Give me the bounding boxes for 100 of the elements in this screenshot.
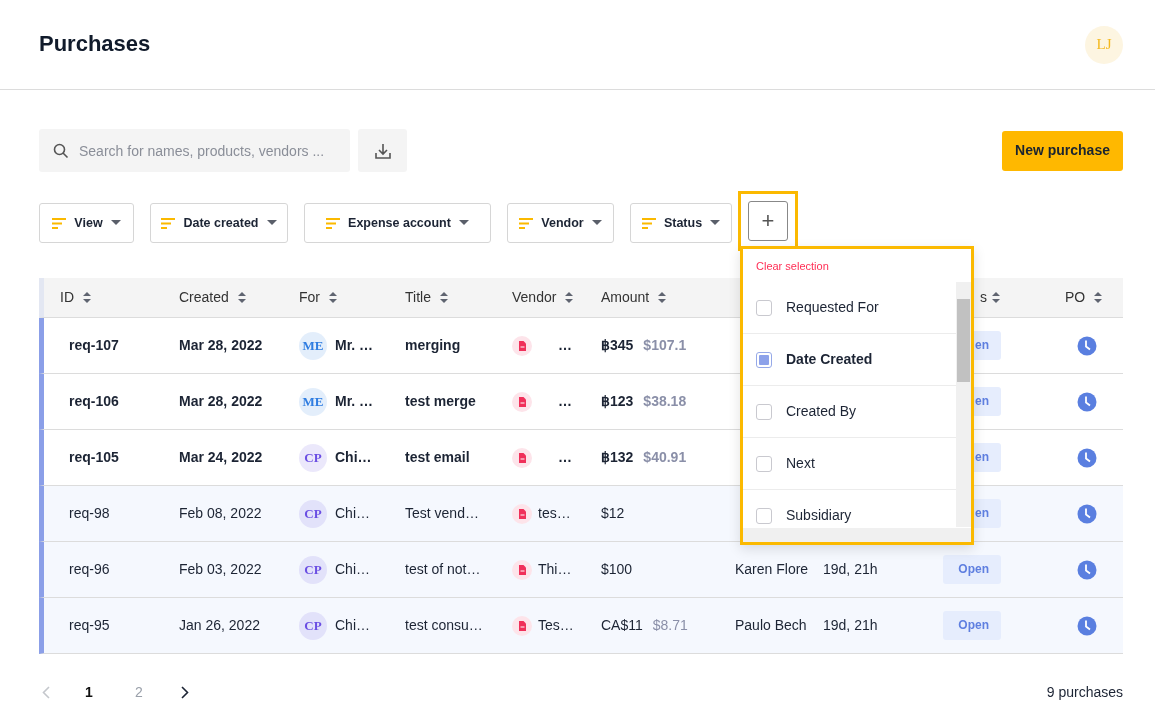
filter-button[interactable]: Status bbox=[630, 203, 732, 243]
page-title: Purchases bbox=[39, 31, 151, 58]
column-header[interactable]: ID bbox=[60, 287, 74, 308]
document-icon bbox=[512, 503, 532, 524]
column-header[interactable]: Vendor bbox=[512, 287, 557, 308]
vendor-name: … bbox=[558, 448, 572, 467]
filter-button[interactable]: View bbox=[39, 203, 134, 243]
user-avatar: CP bbox=[299, 443, 327, 472]
amount: CA$11 bbox=[601, 617, 643, 633]
sort-icon[interactable] bbox=[438, 291, 449, 304]
clear-selection-link[interactable]: Clear selection bbox=[743, 249, 971, 282]
sort-icon[interactable] bbox=[991, 291, 1001, 304]
user-avatar: CP bbox=[299, 611, 327, 640]
caret-icon bbox=[458, 220, 469, 226]
column-header[interactable]: Created bbox=[179, 287, 229, 308]
user-avatar: CP bbox=[299, 555, 327, 584]
created-date: Mar 28, 2022 bbox=[179, 337, 263, 353]
checkbox[interactable] bbox=[756, 403, 772, 420]
purchase-title: test of not… bbox=[405, 561, 481, 577]
request-id: req-95 bbox=[69, 617, 110, 633]
caret-icon bbox=[710, 220, 721, 226]
sort-icon[interactable] bbox=[82, 291, 92, 304]
amount: ฿123 bbox=[601, 393, 634, 409]
sort-icon[interactable] bbox=[1093, 291, 1104, 304]
filter-icon bbox=[519, 217, 534, 229]
checkbox[interactable] bbox=[756, 507, 772, 524]
column-header[interactable]: Title bbox=[405, 287, 431, 308]
sort-icon[interactable] bbox=[657, 291, 668, 304]
clock-icon[interactable] bbox=[1077, 560, 1097, 581]
clock-icon[interactable] bbox=[1077, 392, 1097, 413]
document-icon bbox=[512, 335, 532, 356]
document-icon bbox=[512, 391, 532, 412]
filter-icon bbox=[326, 217, 341, 229]
created-date: Mar 24, 2022 bbox=[179, 449, 263, 465]
filter-icon bbox=[161, 217, 176, 229]
duration: 19d, 21h bbox=[823, 617, 878, 633]
purchase-title: test consu… bbox=[405, 617, 483, 633]
chevron-left-icon bbox=[42, 685, 50, 699]
column-header[interactable]: s bbox=[980, 287, 987, 308]
vendor-name: … bbox=[558, 392, 572, 411]
new-purchase-button[interactable]: New purchase bbox=[1002, 130, 1123, 171]
clock-icon[interactable] bbox=[1077, 504, 1097, 525]
purchase-title: test email bbox=[405, 449, 470, 465]
user-avatar: ME bbox=[299, 387, 327, 416]
converted-amount: $40.91 bbox=[643, 449, 687, 465]
status-badge: Open bbox=[943, 555, 1001, 584]
sort-icon[interactable] bbox=[236, 291, 247, 304]
amount: $100 bbox=[601, 561, 633, 577]
chevron-right-icon bbox=[181, 685, 189, 699]
caret-icon bbox=[266, 220, 277, 226]
clock-icon[interactable] bbox=[1077, 336, 1097, 357]
filter-button[interactable]: Date created bbox=[150, 203, 288, 243]
filter-button[interactable]: Vendor bbox=[507, 203, 614, 243]
requester-name: Chi… bbox=[335, 560, 370, 579]
next-page-button[interactable] bbox=[181, 685, 189, 699]
clock-icon[interactable] bbox=[1077, 616, 1097, 637]
table-cell: Paulo Bech bbox=[735, 617, 807, 633]
requester-name: Chi… bbox=[335, 504, 370, 523]
status-badge: Open bbox=[943, 611, 1001, 640]
search-icon bbox=[53, 143, 69, 159]
checkbox[interactable] bbox=[756, 299, 772, 316]
request-id: req-106 bbox=[69, 393, 119, 409]
filter-icon bbox=[52, 217, 67, 229]
purchase-title: Test vend… bbox=[405, 505, 479, 521]
created-date: Mar 28, 2022 bbox=[179, 393, 263, 409]
search-field[interactable]: Search for names, products, vendors ... bbox=[39, 129, 350, 172]
clock-icon[interactable] bbox=[1077, 448, 1097, 469]
requester-name: Chi… bbox=[335, 448, 372, 467]
table-cell: Karen Flore bbox=[735, 561, 809, 577]
document-icon bbox=[512, 615, 532, 636]
vendor-name: Thi… bbox=[538, 560, 572, 579]
converted-amount: $8.71 bbox=[652, 617, 688, 633]
checkbox[interactable] bbox=[756, 455, 772, 472]
filter-button[interactable]: Expense account bbox=[304, 203, 491, 243]
caret-icon bbox=[110, 220, 121, 226]
sort-icon[interactable] bbox=[564, 291, 575, 304]
created-date: Jan 26, 2022 bbox=[179, 617, 260, 633]
request-id: req-96 bbox=[69, 561, 110, 577]
converted-amount: $107.1 bbox=[643, 337, 687, 353]
download-button[interactable] bbox=[358, 129, 407, 172]
vendor-name: Tes… bbox=[538, 616, 574, 635]
add-filter-button[interactable]: + bbox=[748, 201, 788, 241]
column-header[interactable]: Amount bbox=[601, 287, 650, 308]
request-id: req-98 bbox=[69, 505, 110, 521]
amount: ฿345 bbox=[601, 337, 634, 353]
checkbox[interactable] bbox=[756, 351, 772, 368]
requester-name: Chi… bbox=[335, 616, 370, 635]
page-button[interactable]: 1 bbox=[69, 680, 109, 704]
download-icon bbox=[373, 141, 392, 160]
document-icon bbox=[512, 447, 532, 468]
horizontal-scrollbar[interactable] bbox=[743, 528, 971, 542]
sort-icon[interactable] bbox=[328, 291, 338, 304]
vertical-scrollbar[interactable] bbox=[956, 282, 971, 527]
vendor-name: tes… bbox=[538, 504, 571, 523]
document-icon bbox=[512, 559, 532, 580]
user-avatar: ME bbox=[299, 331, 327, 360]
requester-name: Mr. … bbox=[335, 336, 374, 355]
purchase-title: merging bbox=[405, 337, 461, 353]
column-header[interactable]: PO bbox=[1065, 287, 1086, 308]
column-header[interactable]: For bbox=[299, 287, 320, 308]
